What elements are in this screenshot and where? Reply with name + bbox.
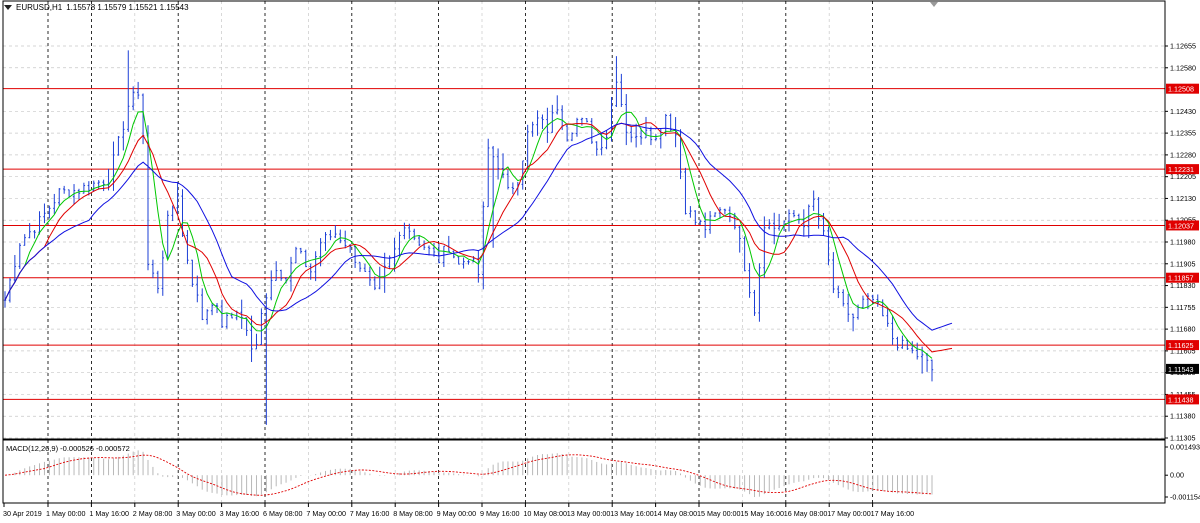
y-tick-label: 1.12430 [1170,107,1196,116]
macd-y-tick-label: 0.00 [1170,471,1184,480]
level-price-label: 1.11438 [1168,395,1193,404]
x-tick-label: 6 May 08:00 [263,509,303,518]
y-tick-label: 1.11305 [1170,434,1195,443]
y-tick-label: 1.11380 [1170,412,1195,421]
macd-y-tick-label: -0.001154 [1170,493,1200,502]
price-chart[interactable]: 1.12655 1.12580 1.12430 1.12355 1.12280 1.122… [0,0,1200,523]
y-tick-label: 1.12280 [1170,150,1196,159]
x-tick-label: 16 May 08:00 [784,509,828,518]
x-tick-label: 8 May 08:00 [393,509,433,518]
x-tick-label: 1 May 16:00 [89,509,129,518]
x-tick-label: 7 May 00:00 [306,509,346,518]
level-price-label: 1.12231 [1168,165,1194,174]
y-tick-label: 1.12355 [1170,129,1196,138]
macd-label: MACD(12,26,9) -0.000526 -0.000572 [6,444,130,453]
x-tick-label: 2 May 08:00 [133,509,173,518]
chart-background [0,0,1200,523]
x-tick-label: 10 May 08:00 [523,509,567,518]
x-tick-label: 13 May 16:00 [610,509,654,518]
y-tick-label: 1.11980 [1170,238,1195,247]
x-tick-label: 15 May 16:00 [740,509,784,518]
macd-y-tick-label: 0.001493 [1170,443,1200,452]
chart-title-bar: EURUSD,H1 1.15578 1.15579 1.15521 1.1554… [4,3,189,12]
dropdown-triangle-icon[interactable] [4,5,12,10]
x-tick-label: 17 May 16:00 [871,509,915,518]
x-tick-label: 7 May 16:00 [350,509,390,518]
x-tick-label: 15 May 00:00 [697,509,741,518]
y-tick-label: 1.12580 [1170,63,1196,72]
x-tick-label: 9 May 00:00 [437,509,477,518]
symbol-label: EURUSD,H1 [16,3,63,12]
x-tick-label: 3 May 00:00 [176,509,216,518]
y-tick-label: 1.12655 [1170,42,1196,51]
x-tick-label: 9 May 16:00 [480,509,520,518]
x-tick-label: 1 May 00:00 [46,509,86,518]
x-tick-label: 3 May 16:00 [220,509,260,518]
current-price-label: 1.11543 [1168,365,1193,374]
x-tick-label: 30 Apr 2019 [3,509,42,518]
x-tick-label: 14 May 08:00 [654,509,698,518]
y-tick-label: 1.11680 [1170,325,1195,334]
level-price-label: 1.11625 [1168,341,1193,350]
level-price-label: 1.12037 [1168,221,1194,230]
level-price-label: 1.11857 [1168,274,1193,283]
level-price-label: 1.12508 [1168,85,1194,94]
y-tick-label: 1.11905 [1170,259,1195,268]
ohlc-values: 1.15578 1.15579 1.15521 1.15543 [66,3,189,12]
x-tick-label: 17 May 00:00 [827,509,871,518]
y-tick-label: 1.11755 [1170,303,1195,312]
y-tick-label: 1.12130 [1170,194,1196,203]
x-tick-label: 13 May 00:00 [567,509,611,518]
